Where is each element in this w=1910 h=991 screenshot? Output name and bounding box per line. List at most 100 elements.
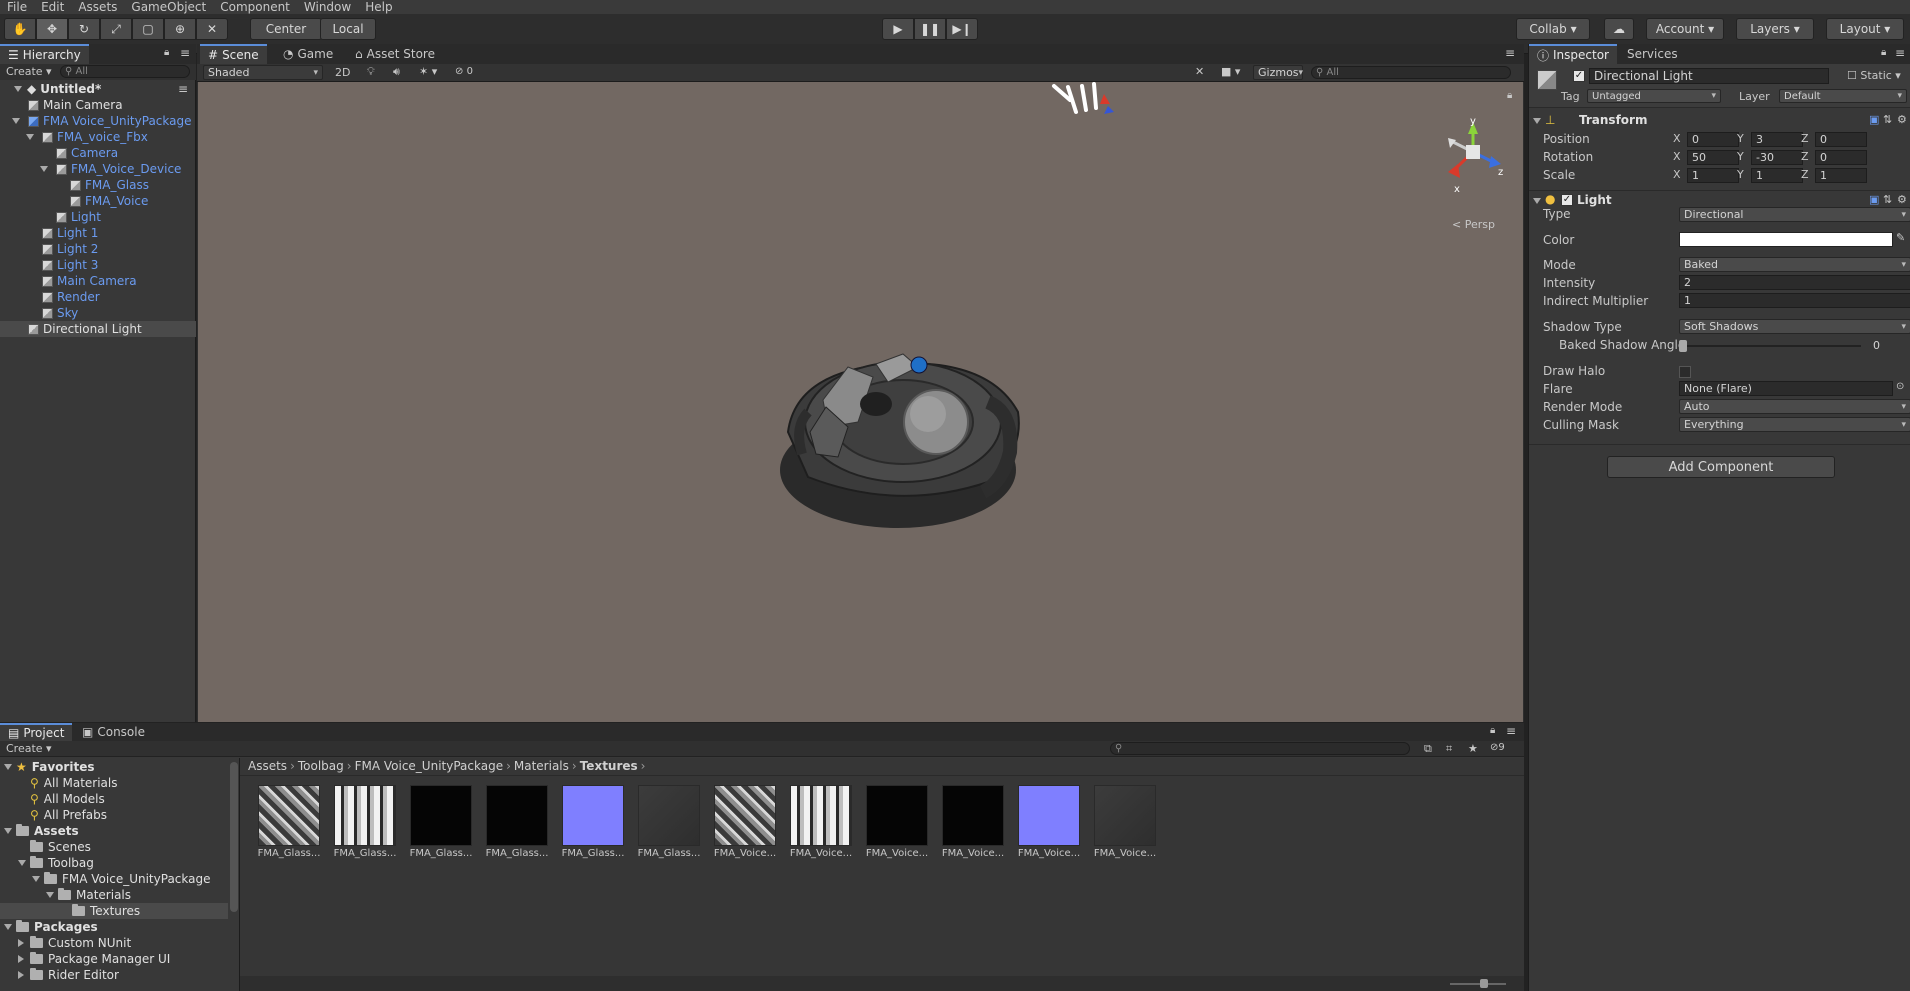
tab-project[interactable]: ▤ Project	[0, 723, 73, 741]
expand-arrow-icon[interactable]	[4, 828, 12, 834]
active-checkbox[interactable]: ✓	[1573, 70, 1585, 82]
preset-icon[interactable]: ⇅	[1883, 113, 1892, 126]
x-axis-label[interactable]: X	[1673, 168, 1681, 181]
expand-arrow-icon[interactable]	[4, 764, 12, 770]
pivot-local-button[interactable]: Local	[320, 18, 376, 40]
expand-arrow-icon[interactable]	[40, 166, 48, 172]
favorite-item[interactable]: ⚲ All Prefabs	[0, 807, 228, 823]
draw-halo-checkbox[interactable]	[1679, 366, 1691, 378]
hierarchy-item[interactable]: FMA_voice_Fbx	[0, 129, 196, 145]
lock-icon[interactable]: 🔒︎	[1881, 47, 1886, 58]
culling-mask-dropdown[interactable]: Everything	[1679, 417, 1910, 432]
favorites-header[interactable]: ★ Favorites	[0, 759, 228, 775]
scene-row[interactable]: ◆ Untitled*	[0, 81, 196, 97]
settings-gear-icon[interactable]: ⚙	[1897, 193, 1907, 206]
collab-button[interactable]: Collab ▾	[1516, 18, 1590, 40]
rect-tool-icon[interactable]: ▢	[132, 18, 164, 40]
tab-services[interactable]: Services	[1619, 44, 1686, 64]
panel-menu-icon[interactable]: ≡	[1895, 46, 1905, 60]
z-axis-label[interactable]: Z	[1801, 132, 1809, 145]
texture-thumbnail[interactable]	[258, 785, 320, 846]
menu-window[interactable]: Window	[297, 0, 358, 14]
transform-tool-icon[interactable]: ⊕	[164, 18, 196, 40]
hierarchy-item[interactable]: Light 3	[0, 257, 196, 273]
tools-icon[interactable]: ✕	[1195, 65, 1204, 78]
hierarchy-search-input[interactable]: ⚲ All	[60, 65, 190, 78]
color-field[interactable]	[1679, 232, 1893, 247]
panel-menu-icon[interactable]: ≡	[1505, 46, 1515, 60]
camera-icon[interactable]: ■ ▾	[1221, 65, 1240, 78]
layout-button[interactable]: Layout ▾	[1826, 18, 1904, 40]
expand-arrow-icon[interactable]	[18, 955, 24, 963]
object-picker-icon[interactable]: ⊙	[1896, 381, 1904, 392]
pivot-center-button[interactable]: Center	[250, 18, 322, 40]
expand-arrow-icon[interactable]	[26, 134, 34, 140]
hierarchy-item[interactable]: FMA_Glass	[0, 177, 196, 193]
transform-header[interactable]: ⊥ Transform ▣ ⇅ ⚙	[1529, 112, 1910, 130]
expand-arrow-icon[interactable]	[46, 892, 54, 898]
folder-item[interactable]: Scenes	[0, 839, 228, 855]
object-name-field[interactable]: Directional Light	[1589, 68, 1829, 84]
favorite-item[interactable]: ⚲ All Models	[0, 791, 228, 807]
favorite-star-icon[interactable]: ★	[1468, 742, 1478, 755]
scene-viewport[interactable]: y z x < Persp 🔒︎	[198, 82, 1523, 722]
help-icon[interactable]: ▣	[1869, 193, 1879, 206]
scene-search-input[interactable]: ⚲ All	[1311, 66, 1511, 79]
position-y-input[interactable]: 3	[1751, 132, 1803, 147]
settings-gear-icon[interactable]: ⚙	[1897, 113, 1907, 126]
hierarchy-item[interactable]: FMA Voice_UnityPackage	[0, 113, 196, 129]
intensity-input[interactable]: 2	[1679, 275, 1910, 290]
project-create-button[interactable]: Create ▾	[6, 742, 52, 755]
breadcrumb-item[interactable]: Assets	[248, 759, 287, 773]
move-tool-icon[interactable]: ✥	[36, 18, 68, 40]
texture-thumbnail[interactable]	[866, 785, 928, 846]
cloud-icon[interactable]: ☁	[1604, 18, 1634, 40]
breadcrumb-item[interactable]: Textures	[580, 759, 638, 773]
shadow-angle-slider-handle[interactable]	[1679, 340, 1687, 352]
tag-dropdown[interactable]: Untagged	[1587, 89, 1721, 103]
menu-help[interactable]: Help	[358, 0, 399, 14]
thumb-size-slider[interactable]	[1450, 983, 1506, 985]
rotation-y-input[interactable]: -30	[1751, 150, 1803, 165]
hierarchy-item[interactable]: Main Camera	[0, 97, 196, 113]
texture-thumbnail[interactable]	[714, 785, 776, 846]
mode-dropdown[interactable]: Baked	[1679, 257, 1910, 272]
tab-game[interactable]: ◔ Game	[275, 44, 341, 64]
packages-header[interactable]: Packages	[0, 919, 228, 935]
folder-item[interactable]: Materials	[0, 887, 228, 903]
rotate-tool-icon[interactable]: ↻	[68, 18, 100, 40]
collapse-arrow-icon[interactable]	[1533, 198, 1541, 204]
layers-button[interactable]: Layers ▾	[1736, 18, 1814, 40]
preset-icon[interactable]: ⇅	[1883, 193, 1892, 206]
y-axis-label[interactable]: Y	[1737, 168, 1744, 181]
x-axis-label[interactable]: X	[1673, 150, 1681, 163]
tab-inspector[interactable]: ⓘ Inspector	[1529, 44, 1617, 64]
step-icon[interactable]: ▶❙	[946, 18, 978, 40]
tab-hierarchy[interactable]: ☰ Hierarchy	[0, 44, 89, 64]
expand-arrow-icon[interactable]	[32, 876, 40, 882]
hierarchy-item[interactable]: Light	[0, 209, 196, 225]
help-icon[interactable]: ▣	[1869, 113, 1879, 126]
scale-x-input[interactable]: 1	[1687, 168, 1739, 183]
folder-item[interactable]: FMA Voice_UnityPackage	[0, 871, 228, 887]
menu-gameobject[interactable]: GameObject	[124, 0, 213, 14]
breadcrumb-item[interactable]: Toolbag	[298, 759, 344, 773]
texture-thumbnail[interactable]	[486, 785, 548, 846]
position-z-input[interactable]: 0	[1815, 132, 1867, 147]
z-axis-label[interactable]: Z	[1801, 150, 1809, 163]
expand-arrow-icon[interactable]	[18, 971, 24, 979]
texture-thumbnail[interactable]	[1018, 785, 1080, 846]
scale-z-input[interactable]: 1	[1815, 168, 1867, 183]
texture-thumbnail[interactable]	[790, 785, 852, 846]
tab-scene[interactable]: # Scene	[200, 44, 267, 64]
2d-toggle[interactable]: 2D	[335, 66, 350, 79]
hierarchy-item[interactable]: Main Camera	[0, 273, 196, 289]
layer-dropdown[interactable]: Default	[1779, 89, 1907, 103]
folder-item[interactable]: Toolbag	[0, 855, 228, 871]
x-axis-label[interactable]: X	[1673, 132, 1681, 145]
texture-thumbnail[interactable]	[410, 785, 472, 846]
assets-header[interactable]: Assets	[0, 823, 228, 839]
render-mode-dropdown[interactable]: Auto	[1679, 399, 1910, 414]
account-button[interactable]: Account ▾	[1646, 18, 1724, 40]
tree-scrollbar[interactable]	[230, 762, 238, 912]
